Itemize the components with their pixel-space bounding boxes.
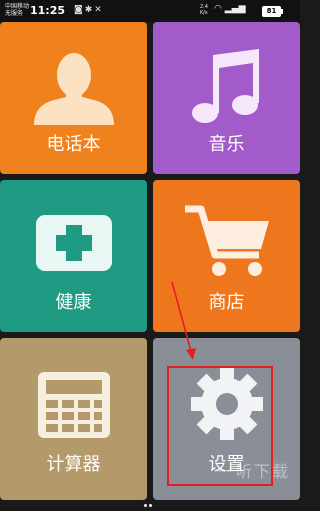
contact-person-icon bbox=[0, 47, 147, 127]
carrier-name: 中国移动 bbox=[5, 3, 30, 10]
nfc-icon: ◙ bbox=[74, 5, 85, 15]
wifi-icon: ◠ bbox=[214, 4, 222, 14]
calculator-icon bbox=[0, 366, 147, 446]
calculator-tile[interactable]: 计算器 bbox=[0, 338, 147, 500]
connectivity-icons: ◠ ▂▄▆ bbox=[214, 4, 246, 14]
signal-icon: ▂▄▆ bbox=[224, 4, 246, 14]
shopping-cart-icon bbox=[153, 205, 300, 285]
status-time: 11:25 bbox=[30, 4, 66, 17]
music-note-icon bbox=[153, 47, 300, 127]
status-bar: 中国移动 无服务 11:25 ◙✱✕ 2.4 K/s ◠ ▂▄▆ 81 bbox=[0, 0, 300, 22]
net-speed-unit: K/s bbox=[200, 10, 208, 16]
shop-tile[interactable]: 商店 bbox=[153, 180, 300, 332]
mute-icon: ✕ bbox=[94, 5, 104, 15]
bluetooth-icon: ✱ bbox=[84, 5, 95, 15]
health-tile[interactable]: 健康 bbox=[0, 180, 147, 332]
music-label: 音乐 bbox=[208, 134, 245, 155]
health-label: 健康 bbox=[55, 292, 92, 313]
shop-label: 商店 bbox=[208, 292, 245, 313]
carrier-info: 中国移动 无服务 bbox=[5, 3, 29, 17]
phonebook-label: 电话本 bbox=[46, 134, 101, 155]
music-tile[interactable]: 音乐 bbox=[153, 22, 300, 174]
battery-icon: 81 bbox=[262, 6, 283, 17]
calculator-label: 计算器 bbox=[46, 454, 101, 475]
net-speed: 2.4 K/s bbox=[200, 4, 208, 16]
carrier-service: 无服务 bbox=[5, 10, 24, 17]
medical-kit-icon bbox=[0, 205, 147, 285]
phonebook-tile[interactable]: 电话本 bbox=[0, 22, 147, 174]
watermark: 一听下载 bbox=[218, 462, 291, 481]
page-indicator bbox=[144, 492, 158, 507]
notification-icons: ◙✱✕ bbox=[74, 5, 104, 15]
